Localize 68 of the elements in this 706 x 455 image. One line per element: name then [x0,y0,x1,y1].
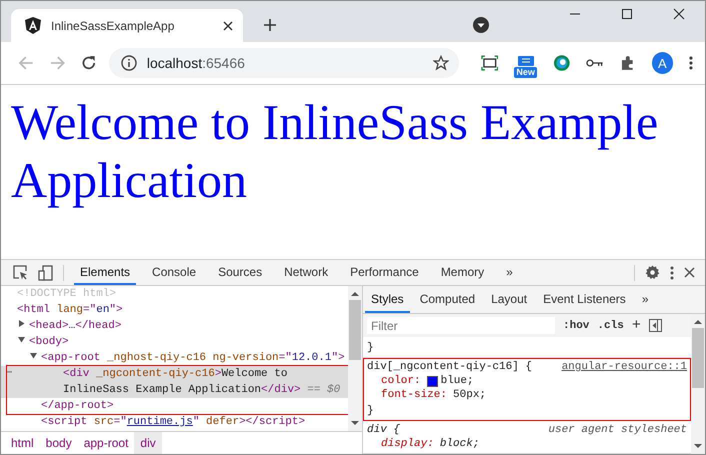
css-value[interactable]: block; [440,437,480,451]
expand-arrow-icon[interactable] [18,336,25,343]
breadcrumb[interactable]: app-root [78,432,134,454]
dom-node[interactable]: <body> [29,334,69,350]
classes-button[interactable]: .cls [597,320,624,332]
tab-search-icon[interactable] [473,17,489,33]
swirl-logo-icon[interactable] [552,54,570,72]
sidebar-toggle-icon[interactable] [648,319,662,332]
more-menu-icon[interactable] [689,56,694,70]
filter-field[interactable]: Filter [367,317,555,334]
close-icon[interactable] [684,267,695,278]
more-tabs-button[interactable]: » [636,286,654,313]
source-link[interactable]: angular-resource::1 [562,360,687,374]
maximize-icon[interactable] [621,8,633,20]
rule-brace: } [367,405,374,417]
profile-avatar[interactable]: A [652,52,674,74]
css-property[interactable]: display: [381,437,434,451]
dom-node[interactable]: <head>…</head> [29,318,122,334]
more-tabs-button[interactable]: » [500,260,519,285]
sidebar-tab[interactable]: Layout [485,286,534,313]
device-toolbar-icon[interactable] [38,264,53,280]
sidebar-tab[interactable]: Computed [414,286,482,313]
rule-brace: } [367,342,374,354]
scrollbar[interactable] [691,314,705,454]
new-tab-icon[interactable] [263,18,277,32]
settings-icon[interactable] [645,265,660,280]
dom-node[interactable]: <app-root _nghost-qiy-c16 ng-version="12.0.1"> [41,350,345,366]
breadcrumb[interactable]: body [40,432,78,454]
css-selector: div[_ngcontent-qiy-c16] { [367,360,532,374]
page-heading: Welcome to InlineSass Example Application [11,93,660,209]
devtools-tab[interactable]: Console [146,260,202,285]
css-value[interactable]: 50px; [453,388,486,402]
shield-logo-icon [25,17,41,34]
css-selector: div { [367,423,400,437]
css-property[interactable]: font-size: [381,388,448,402]
close-icon[interactable] [673,8,685,20]
star-icon[interactable] [432,55,449,71]
expand-arrow-icon[interactable] [30,352,37,359]
css-value[interactable]: blue; [440,374,474,388]
new-rule-button[interactable]: + [632,317,641,334]
sidebar-tab[interactable]: Event Listeners [537,286,632,313]
address-bar[interactable]: localhost:65466 [108,48,459,78]
breadcrumb[interactable]: div [134,432,162,454]
screen-capture-icon[interactable] [480,55,498,71]
closing-tag[interactable]: </app-root> [41,398,114,414]
info-icon [120,55,137,71]
devtools-tab[interactable]: Memory [434,260,490,285]
more-menu-icon[interactable] [670,266,674,280]
css-property[interactable]: color: [381,374,421,388]
inspect-icon[interactable] [13,265,28,280]
dom-node[interactable]: <script src="runtime.js" defer></script> [41,414,306,430]
expand-arrow-icon[interactable] [18,320,25,327]
devtools-tab[interactable]: Performance [344,260,425,285]
reload-icon[interactable] [81,55,97,71]
source-label: user agent stylesheet [548,423,687,437]
scrollbar[interactable] [348,286,362,431]
devtools-tab[interactable]: Elements [74,260,136,285]
close-tab-icon[interactable] [223,20,233,30]
breadcrumb[interactable]: html [5,432,40,454]
devtools-tab[interactable]: Sources [212,260,268,285]
dom-node[interactable]: <div _ngcontent-qiy-c16>Welcome to InlineSass Example Application</div> == $0 [53,366,343,398]
devtools-tab[interactable]: Network [278,260,334,285]
color-swatch[interactable] [426,376,438,386]
hover-state-button[interactable]: :hov [563,320,590,332]
dom-node[interactable]: <html lang="en"> [17,302,123,318]
browser-tab[interactable]: InlineSassExampleApp [11,9,243,42]
window-icon [516,56,535,66]
key-icon[interactable] [586,58,604,68]
